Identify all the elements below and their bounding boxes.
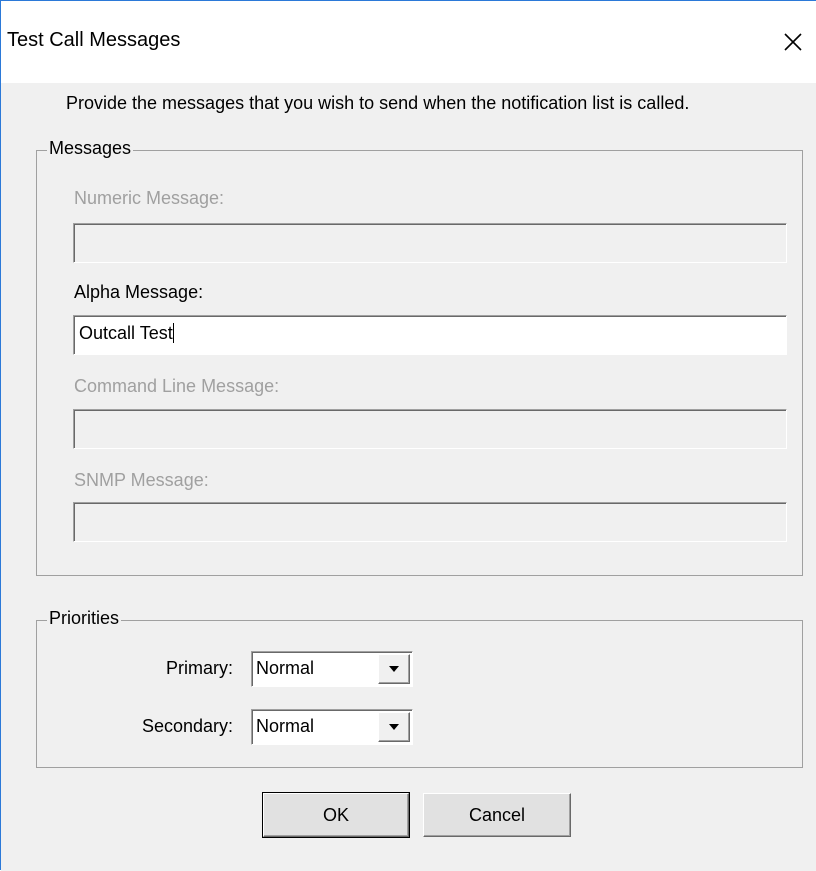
secondary-priority-dropdown-button[interactable] [378, 712, 410, 742]
numeric-message-label: Numeric Message: [74, 188, 225, 208]
close-button[interactable] [770, 19, 816, 65]
title-bar[interactable]: Test Call Messages [1, 1, 816, 83]
priorities-group: Priorities Primary: Normal Secondary: No… [36, 608, 803, 768]
ok-button[interactable]: OK [263, 793, 409, 837]
secondary-priority-value: Normal [256, 716, 315, 736]
snmp-message-label: SNMP Message: [74, 470, 209, 490]
command-line-message-input [73, 409, 787, 449]
chevron-down-icon [389, 724, 399, 730]
text-caret [172, 323, 174, 343]
cancel-button[interactable]: Cancel [423, 793, 571, 837]
secondary-priority-select[interactable]: Normal [251, 709, 413, 745]
primary-priority-select[interactable]: Normal [251, 651, 413, 687]
dialog-window: Test Call Messages Provide the messages … [0, 0, 816, 871]
window-title: Test Call Messages [7, 29, 181, 51]
alpha-message-label: Alpha Message: [74, 282, 204, 302]
snmp-message-input [73, 502, 787, 542]
close-icon [784, 33, 802, 51]
numeric-message-input [73, 223, 787, 263]
chevron-down-icon [389, 666, 399, 672]
primary-priority-dropdown-button[interactable] [378, 654, 410, 684]
priorities-group-label: Priorities [47, 608, 122, 629]
dialog-client-area: Provide the messages that you wish to se… [1, 83, 816, 871]
intro-text: Provide the messages that you wish to se… [66, 93, 690, 113]
secondary-priority-label: Secondary: [141, 716, 233, 736]
primary-priority-label: Primary: [166, 658, 233, 678]
command-line-message-label: Command Line Message: [74, 376, 280, 396]
alpha-message-input[interactable]: Outcall Test [73, 315, 787, 355]
alpha-message-value: Outcall Test [79, 323, 173, 343]
messages-group: Messages Numeric Message: Alpha Message:… [36, 138, 803, 576]
primary-priority-value: Normal [256, 658, 315, 678]
messages-group-label: Messages [47, 138, 134, 159]
